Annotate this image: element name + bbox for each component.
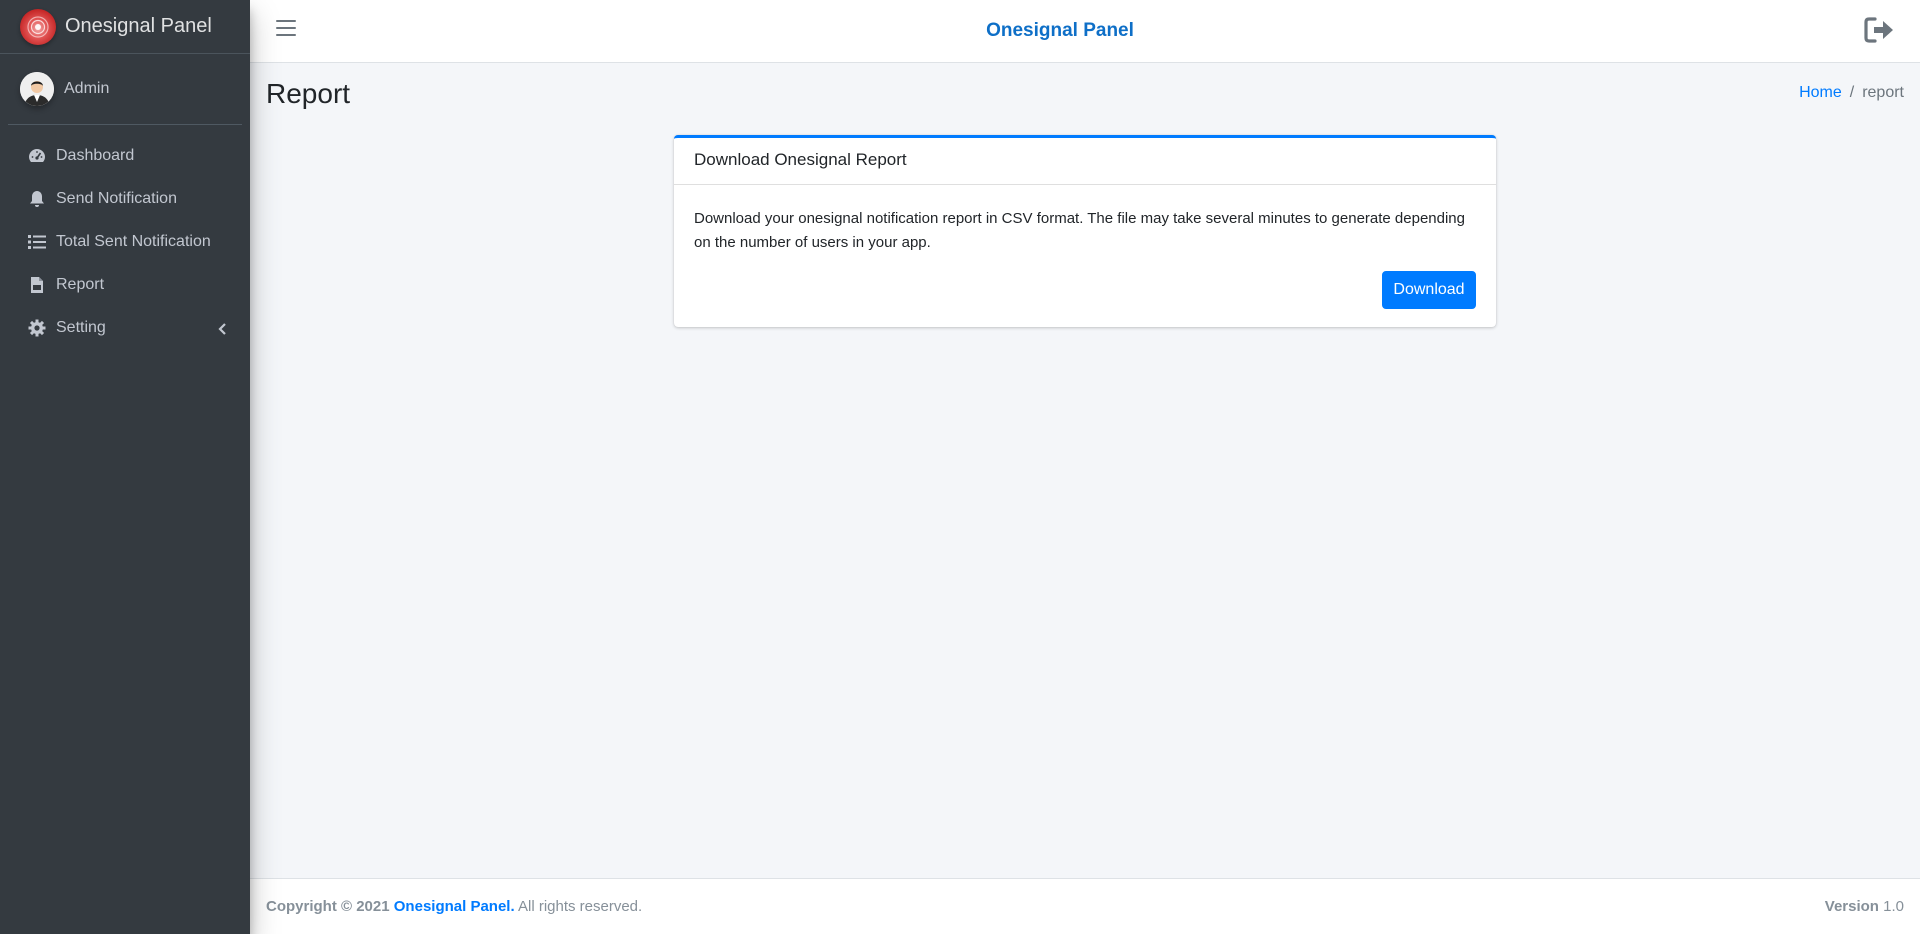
- sidebar: Onesignal Panel Admin Dashboard Send Not…: [0, 0, 250, 934]
- sidebar-item-send-notification[interactable]: Send Notification: [8, 177, 242, 220]
- report-card: Download Onesignal Report Download your …: [674, 135, 1496, 327]
- user-name: Admin: [64, 80, 110, 97]
- breadcrumb-home-link[interactable]: Home: [1799, 84, 1842, 101]
- sidebar-item-label: Send Notification: [56, 189, 177, 207]
- card-title: Download Onesignal Report: [674, 138, 1496, 185]
- top-navbar: Onesignal Panel: [250, 0, 1920, 63]
- footer-version: Version 1.0: [1825, 898, 1904, 915]
- sidebar-item-report[interactable]: Report: [8, 263, 242, 306]
- chevron-left-icon: [218, 322, 228, 335]
- sign-out-icon[interactable]: [1864, 16, 1896, 44]
- navbar-title: Onesignal Panel: [986, 20, 1134, 41]
- user-panel[interactable]: Admin: [8, 54, 242, 125]
- file-csv-icon: [28, 276, 46, 294]
- page-title: Report: [266, 78, 351, 109]
- rights-text: All rights reserved.: [517, 898, 643, 915]
- footer-copyright: Copyright © 2021 Onesignal Panel. All ri…: [266, 898, 642, 915]
- copyright-text: Copyright © 2021: [266, 898, 390, 915]
- footer: Copyright © 2021 Onesignal Panel. All ri…: [250, 878, 1920, 934]
- list-icon: [28, 233, 46, 251]
- brand-text: Onesignal Panel: [65, 15, 212, 37]
- version-label: Version: [1824, 898, 1879, 915]
- sidebar-item-label: Total Sent Notification: [56, 232, 211, 250]
- sidebar-nav: Dashboard Send Notification Total Sent N…: [0, 134, 250, 349]
- sidebar-item-label: Report: [56, 275, 105, 293]
- breadcrumb-current: report: [1862, 84, 1904, 101]
- download-button[interactable]: Download: [1382, 271, 1476, 309]
- onesignal-logo-icon: [20, 8, 56, 45]
- gear-icon: [28, 319, 46, 337]
- breadcrumb: Home / report: [1799, 84, 1904, 102]
- sidebar-item-label: Setting: [56, 318, 106, 336]
- version-value: 1.0: [1883, 898, 1904, 915]
- sidebar-item-label: Dashboard: [56, 146, 135, 164]
- footer-brand-link[interactable]: Onesignal Panel.: [394, 898, 515, 915]
- sidebar-item-dashboard[interactable]: Dashboard: [8, 134, 242, 177]
- brand-link[interactable]: Onesignal Panel: [0, 0, 250, 54]
- breadcrumb-separator: /: [1849, 84, 1855, 101]
- bell-icon: [28, 190, 46, 208]
- sidebar-item-setting[interactable]: Setting: [8, 306, 242, 349]
- user-avatar-icon: [20, 72, 54, 106]
- card-description: Download your onesignal notification rep…: [694, 210, 1465, 251]
- sidebar-item-total-sent-notification[interactable]: Total Sent Notification: [8, 220, 242, 263]
- tachometer-icon: [28, 147, 46, 165]
